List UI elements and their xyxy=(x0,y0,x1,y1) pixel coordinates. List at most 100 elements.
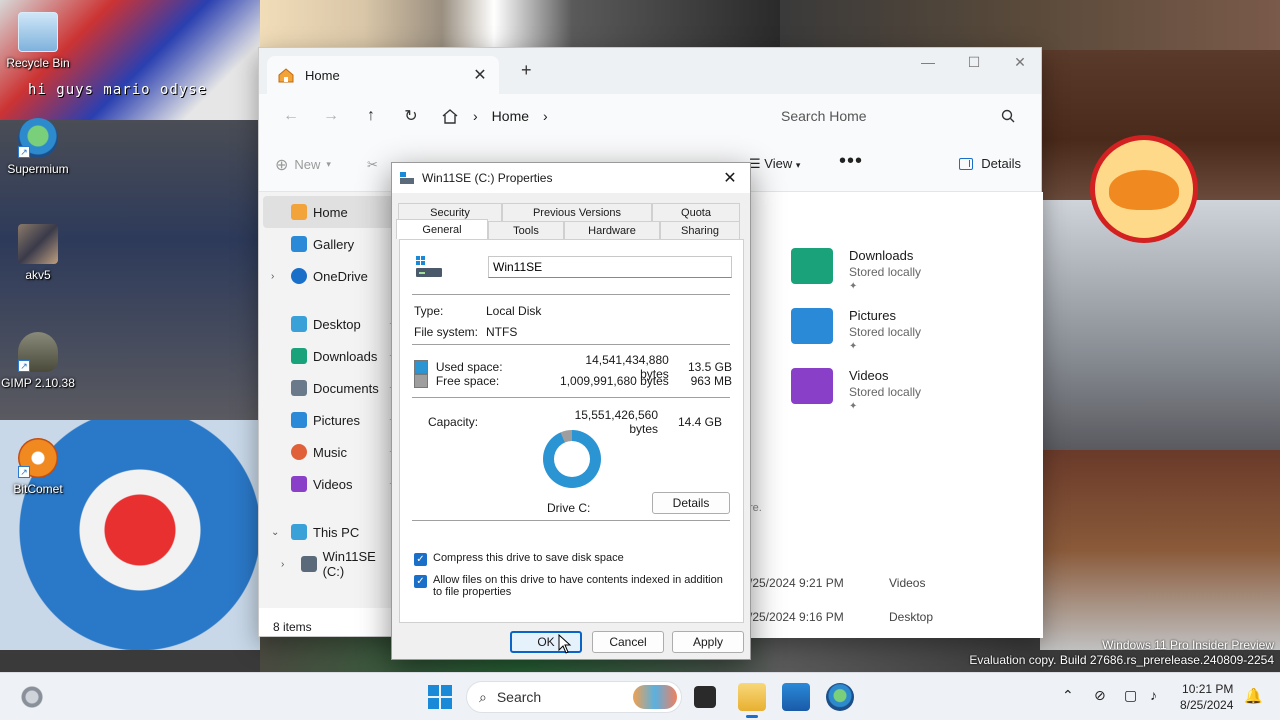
close-window-button[interactable]: ✕ xyxy=(997,54,1043,71)
nav-item-label: OneDrive xyxy=(313,268,368,284)
search-input[interactable]: Search Home xyxy=(767,100,1029,132)
apply-button[interactable]: Apply xyxy=(672,631,744,653)
music-icon xyxy=(291,444,307,460)
downloads-folder-icon xyxy=(791,248,833,284)
supermium-browser-icon[interactable] xyxy=(826,683,854,711)
microsoft-store-icon[interactable] xyxy=(782,683,810,711)
taskbar-search-box[interactable]: ⌕ Search xyxy=(466,681,682,713)
forward-button[interactable]: → xyxy=(311,107,351,125)
index-option[interactable]: ✓ Allow files on this drive to have cont… xyxy=(414,574,734,598)
bitcomet-icon: ↗ xyxy=(18,438,58,478)
tab-tools[interactable]: Tools xyxy=(488,221,564,239)
maximize-button[interactable]: ☐ xyxy=(951,54,997,71)
index-checkbox[interactable]: ✓ xyxy=(414,575,427,588)
desktop-icon-gimp[interactable]: ↗ GIMP 2.10.38 xyxy=(0,332,76,390)
device-sync-icon[interactable]: ▢ xyxy=(1124,687,1137,704)
breadcrumb-separator[interactable]: › xyxy=(543,108,548,124)
nav-item-music[interactable]: Music ✦ xyxy=(259,436,399,468)
show-hidden-icons-chevron-icon[interactable]: ⌃ xyxy=(1062,687,1074,704)
refresh-button[interactable]: ↻ xyxy=(391,106,431,126)
volume-icon[interactable]: ♪ xyxy=(1150,687,1157,703)
tab-close-icon[interactable]: ✕ xyxy=(471,65,489,85)
used-space-swatch xyxy=(414,360,428,374)
nav-item-label: This PC xyxy=(313,524,360,540)
compress-option[interactable]: ✓ Compress this drive to save disk space xyxy=(414,552,734,566)
breadcrumb-home[interactable]: Home xyxy=(492,108,529,124)
new-button[interactable]: ⊕ New ▾ xyxy=(275,155,331,175)
desktop-icon-supermium[interactable]: ↗ Supermium xyxy=(0,118,76,176)
back-button[interactable]: ← xyxy=(271,107,311,125)
view-button[interactable]: ☰ View ▾ xyxy=(749,156,800,172)
desktop-icon-label: GIMP 2.10.38 xyxy=(1,376,75,390)
minimize-button[interactable]: — xyxy=(905,54,951,70)
details-pane-button[interactable]: Details xyxy=(959,156,1021,171)
start-button[interactable] xyxy=(428,685,452,709)
compress-checkbox[interactable]: ✓ xyxy=(414,553,427,566)
chevron-right-icon[interactable]: › xyxy=(271,271,274,282)
desktop-icon-recycle-bin[interactable]: Recycle Bin xyxy=(0,12,76,70)
quick-access-videos[interactable]: Videos Stored locally ✦ xyxy=(791,368,921,412)
disk-details-button[interactable]: Details xyxy=(652,492,730,514)
tab-sharing[interactable]: Sharing xyxy=(660,221,740,239)
nav-item-pictures[interactable]: Pictures ✦ xyxy=(259,404,399,436)
breadcrumb[interactable]: › Home › xyxy=(441,100,731,132)
tab-hardware[interactable]: Hardware xyxy=(564,221,660,239)
up-button[interactable]: ↑ xyxy=(351,107,391,125)
cancel-button[interactable]: Cancel xyxy=(592,631,664,653)
recent-file-row[interactable]: /25/2024 9:21 PM Videos xyxy=(749,576,925,590)
navigation-pane: Home Gallery › OneDrive Desktop ✦ Downlo… xyxy=(259,192,399,608)
nav-item-label: Pictures xyxy=(313,412,360,428)
shortcut-arrow-icon: ↗ xyxy=(18,146,30,158)
disk-usage-donut xyxy=(543,430,601,488)
nav-item-drive-c[interactable]: › Win11SE (C:) xyxy=(259,548,399,580)
dialog-title-bar[interactable]: Win11SE (C:) Properties ✕ xyxy=(392,163,750,193)
general-tab-page: Type: Local Disk File system: NTFS Used … xyxy=(399,239,744,623)
recent-file-row[interactable]: /25/2024 9:16 PM Desktop xyxy=(749,610,933,624)
taskbar-search-label: Search xyxy=(496,689,542,705)
volume-name-row xyxy=(414,254,732,280)
chevron-down-icon[interactable]: ⌄ xyxy=(271,527,279,538)
nav-item-videos[interactable]: Videos ✦ xyxy=(259,468,399,500)
volume-name-input[interactable] xyxy=(488,256,732,278)
drive-icon xyxy=(416,256,442,277)
used-space-size: 13.5 GB xyxy=(687,360,732,374)
terminal-icon[interactable] xyxy=(694,686,716,708)
divider xyxy=(412,294,730,295)
quick-access-pictures[interactable]: Pictures Stored locally ✦ xyxy=(791,308,921,352)
tab-quota[interactable]: Quota xyxy=(652,203,740,221)
nav-item-onedrive[interactable]: › OneDrive xyxy=(259,260,399,292)
nav-item-home[interactable]: Home xyxy=(263,196,395,228)
nav-item-downloads[interactable]: Downloads ✦ xyxy=(259,340,399,372)
wallpaper-tile xyxy=(780,0,1280,50)
free-space-bytes: 1,009,991,680 bytes xyxy=(560,374,669,388)
nav-item-desktop[interactable]: Desktop ✦ xyxy=(259,308,399,340)
desktop-icon-akv5[interactable]: akv5 xyxy=(0,224,76,282)
more-options-button[interactable]: ••• xyxy=(839,150,863,173)
drive-label: Drive C: xyxy=(547,501,591,515)
cut-icon[interactable]: ✂ xyxy=(367,157,378,173)
nav-item-label: Desktop xyxy=(313,316,361,332)
gimp-icon: ↗ xyxy=(18,332,58,372)
tab-home[interactable]: Home ✕ xyxy=(267,56,499,94)
divider xyxy=(412,397,730,398)
nav-item-documents[interactable]: Documents ✦ xyxy=(259,372,399,404)
desktop-icon-label: BitComet xyxy=(13,482,63,496)
notification-bell-icon[interactable]: 🔔 xyxy=(1244,687,1263,705)
file-explorer-icon[interactable] xyxy=(738,683,766,718)
network-disconnected-icon[interactable]: ⊘ xyxy=(1094,687,1106,704)
desktop-icon-label: akv5 xyxy=(25,268,51,282)
tab-previous-versions[interactable]: Previous Versions xyxy=(502,203,652,221)
chevron-right-icon[interactable]: › xyxy=(281,559,284,570)
quick-access-downloads[interactable]: Downloads Stored locally ✦ xyxy=(791,248,921,292)
new-tab-button[interactable]: + xyxy=(521,60,532,81)
nav-item-this-pc[interactable]: ⌄ This PC xyxy=(259,516,399,548)
wallpaper-sticker xyxy=(1090,135,1198,243)
dialog-close-icon[interactable]: ✕ xyxy=(718,168,742,188)
nav-item-gallery[interactable]: Gallery xyxy=(259,228,399,260)
gallery-icon xyxy=(291,236,307,252)
nav-item-label: Downloads xyxy=(313,348,378,364)
widgets-icon[interactable] xyxy=(20,685,44,709)
system-clock[interactable]: 10:21 PM 8/25/2024 xyxy=(1180,681,1233,713)
desktop-icon-bitcomet[interactable]: ↗ BitComet xyxy=(0,438,76,496)
tab-general[interactable]: General xyxy=(396,219,488,239)
